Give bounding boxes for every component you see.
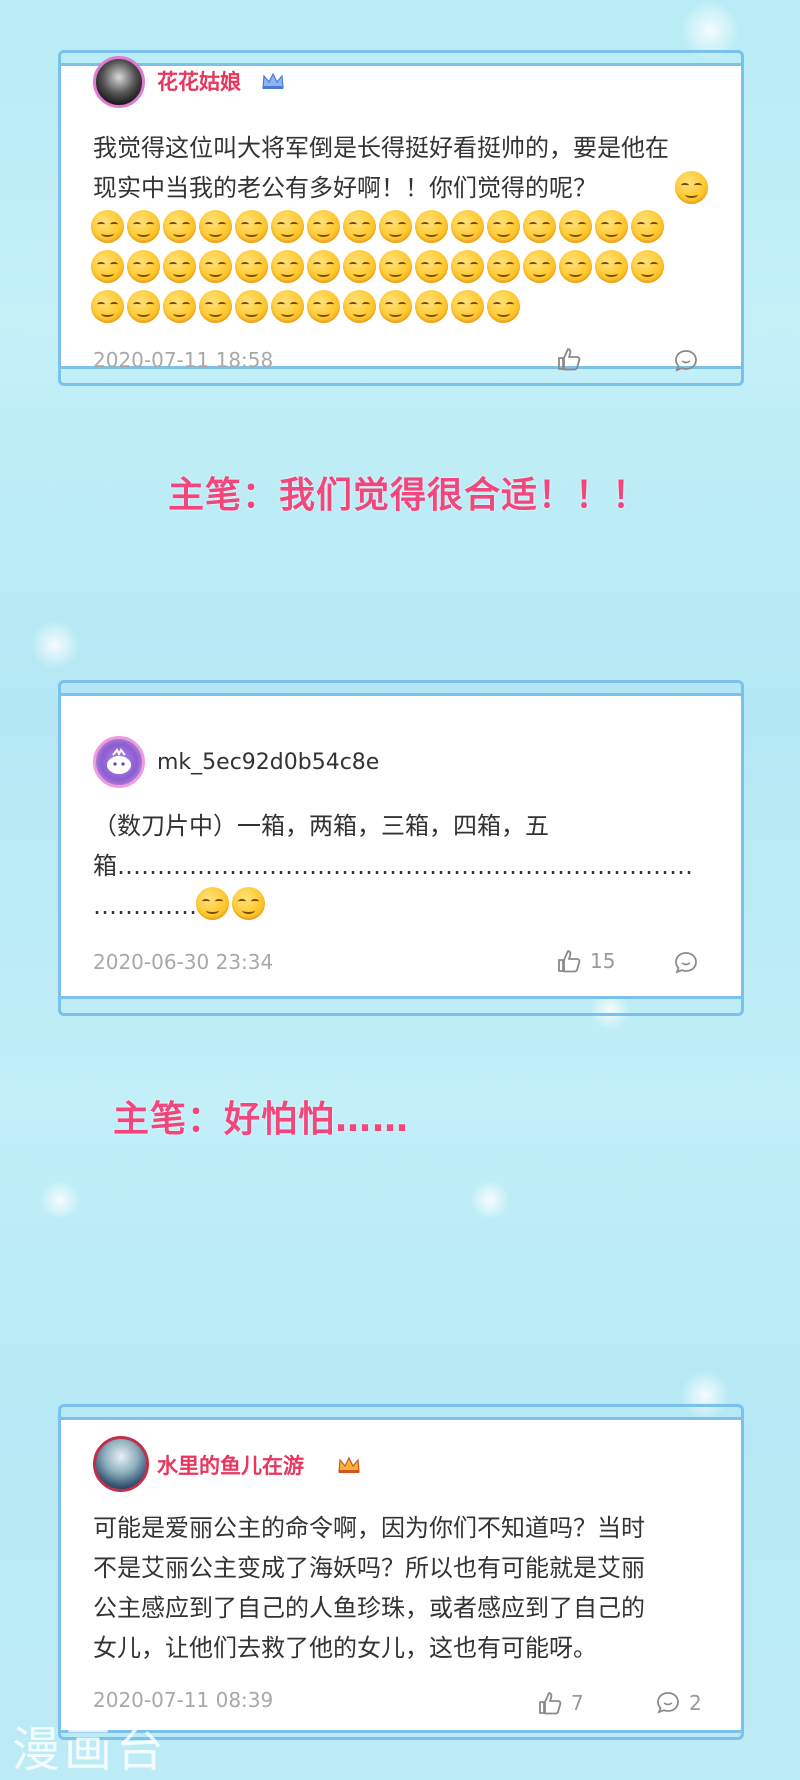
relieved-emoji-icon	[631, 250, 664, 283]
user-avatar[interactable]	[93, 1436, 149, 1492]
smirk-emoji-icon	[559, 210, 592, 243]
smirk-emoji-icon	[127, 210, 160, 243]
comment-card-3: 水里的鱼儿在游 可能是爱丽公主的命令啊，因为你们不知道吗？当时 不是艾丽公主变成…	[58, 1404, 744, 1740]
relieved-emoji-icon	[451, 250, 484, 283]
comment-text-line-3: 公主感应到了自己的人鱼珍珠，或者感应到了自己的	[93, 1594, 645, 1622]
relieved-emoji-icon	[232, 887, 265, 920]
comment-date: 2020-07-11 18:58	[93, 348, 274, 372]
avatar-mascot-icon	[107, 748, 131, 774]
comment-card-1: 花花姑娘 我觉得这位叫大将军倒是长得挺好看挺帅的，要是他在现实中当我的老公有多好…	[58, 50, 744, 386]
smirk-emoji-icon	[235, 210, 268, 243]
smirk-emoji-icon	[91, 210, 124, 243]
relieved-emoji-icon	[451, 290, 484, 323]
thumbs-up-icon	[558, 348, 581, 371]
thumbs-up-icon	[558, 950, 581, 973]
username[interactable]: mk_5ec92d0b54c8e	[157, 750, 379, 775]
smirk-emoji-icon	[595, 210, 628, 243]
relieved-emoji-icon	[559, 250, 592, 283]
relieved-emoji-icon	[235, 290, 268, 323]
emoji-row	[196, 887, 265, 923]
comment-date: 2020-06-30 23:34	[93, 950, 274, 974]
relieved-emoji-icon	[379, 250, 412, 283]
smirk-emoji-icon	[415, 210, 448, 243]
relieved-emoji-icon	[235, 250, 268, 283]
thumbs-up-icon	[539, 1692, 562, 1715]
relieved-emoji-icon	[343, 290, 376, 323]
relieved-emoji-icon	[523, 250, 556, 283]
emoji-row-2	[91, 210, 664, 246]
smirk-emoji-icon	[343, 210, 376, 243]
relieved-emoji-icon	[127, 250, 160, 283]
relieved-emoji-icon	[271, 250, 304, 283]
smirk-emoji-icon	[379, 210, 412, 243]
relieved-emoji-icon	[91, 250, 124, 283]
comment-bubble-icon	[675, 952, 697, 974]
relieved-emoji-icon	[307, 250, 340, 283]
relieved-emoji-icon	[199, 290, 232, 323]
comment-date: 2020-07-11 08:39	[93, 1688, 274, 1712]
like-count: 7	[571, 1691, 584, 1715]
relieved-emoji-icon	[271, 290, 304, 323]
smirk-emoji-icon	[271, 210, 304, 243]
relieved-emoji-icon	[487, 250, 520, 283]
like-count: 15	[590, 949, 616, 973]
relieved-emoji-icon	[163, 290, 196, 323]
smirk-emoji-icon	[487, 210, 520, 243]
relieved-emoji-icon	[163, 250, 196, 283]
comment-card-2: mk_5ec92d0b54c8e （数刀片中）一箱，两箱，三箱，四箱，五 箱………	[58, 680, 744, 1016]
like-button[interactable]: 7	[537, 1690, 584, 1716]
like-button[interactable]	[556, 346, 582, 372]
comment-text-line-2: 不是艾丽公主变成了海妖吗？所以也有可能就是艾丽	[93, 1554, 645, 1582]
comment-text: 我觉得这位叫大将军倒是长得挺好看挺帅的，要是他在现实中当我的老公有多好啊！！你们…	[93, 134, 669, 202]
username[interactable]: 水里的鱼儿在游	[157, 1450, 304, 1480]
reply-button[interactable]	[673, 348, 699, 374]
comment-text-line-1: （数刀片中）一箱，两箱，三箱，四箱，五	[93, 812, 549, 840]
vip-crown-gold-icon	[337, 1456, 361, 1474]
comment-bubble-icon	[675, 350, 697, 372]
user-avatar[interactable]	[93, 56, 145, 108]
vip-crown-blue-icon	[261, 72, 285, 90]
relieved-emoji-icon	[379, 290, 412, 323]
emoji-row-4	[91, 290, 520, 326]
comment-text-line-3: ……………	[93, 892, 203, 920]
relieved-emoji-icon	[127, 290, 160, 323]
relieved-emoji-icon	[91, 290, 124, 323]
smirk-emoji-icon	[523, 210, 556, 243]
smirk-emoji-icon	[451, 210, 484, 243]
smirk-emoji-icon	[199, 210, 232, 243]
editor-caption-1: 主笔：我们觉得很合适！！！	[168, 475, 650, 516]
relieved-emoji-icon	[343, 250, 376, 283]
reply-count: 2	[689, 1691, 702, 1715]
comment-text-line-2: 箱………………………………………………………………	[93, 852, 693, 880]
username[interactable]: 花花姑娘	[157, 66, 241, 96]
relieved-emoji-icon	[196, 887, 229, 920]
smirk-emoji-icon	[307, 210, 340, 243]
comment-bubble-icon	[657, 1692, 679, 1714]
relieved-emoji-icon	[595, 250, 628, 283]
user-avatar[interactable]	[93, 736, 145, 788]
relieved-emoji-icon	[199, 250, 232, 283]
emoji-row-3	[91, 250, 664, 286]
comment-text-line-1: 可能是爱丽公主的命令啊，因为你们不知道吗？当时	[93, 1514, 645, 1542]
smirk-emoji-icon	[631, 210, 664, 243]
like-button[interactable]: 15	[556, 948, 615, 974]
comment-text-line-4: 女儿，让他们去救了他的女儿，这也有可能呀。	[93, 1634, 597, 1662]
editor-caption-2: 主笔：好怕怕……	[113, 1099, 410, 1140]
relieved-emoji-icon	[415, 290, 448, 323]
relieved-emoji-icon	[307, 290, 340, 323]
reply-button[interactable]: 2	[655, 1690, 702, 1716]
smirk-emoji-icon	[163, 210, 196, 243]
relieved-emoji-icon	[487, 290, 520, 323]
reply-button[interactable]	[673, 950, 699, 976]
relieved-emoji-icon	[415, 250, 448, 283]
emoji-row-1	[675, 171, 708, 207]
site-watermark: 漫画台	[12, 1722, 169, 1778]
smirk-emoji-icon	[675, 171, 708, 204]
